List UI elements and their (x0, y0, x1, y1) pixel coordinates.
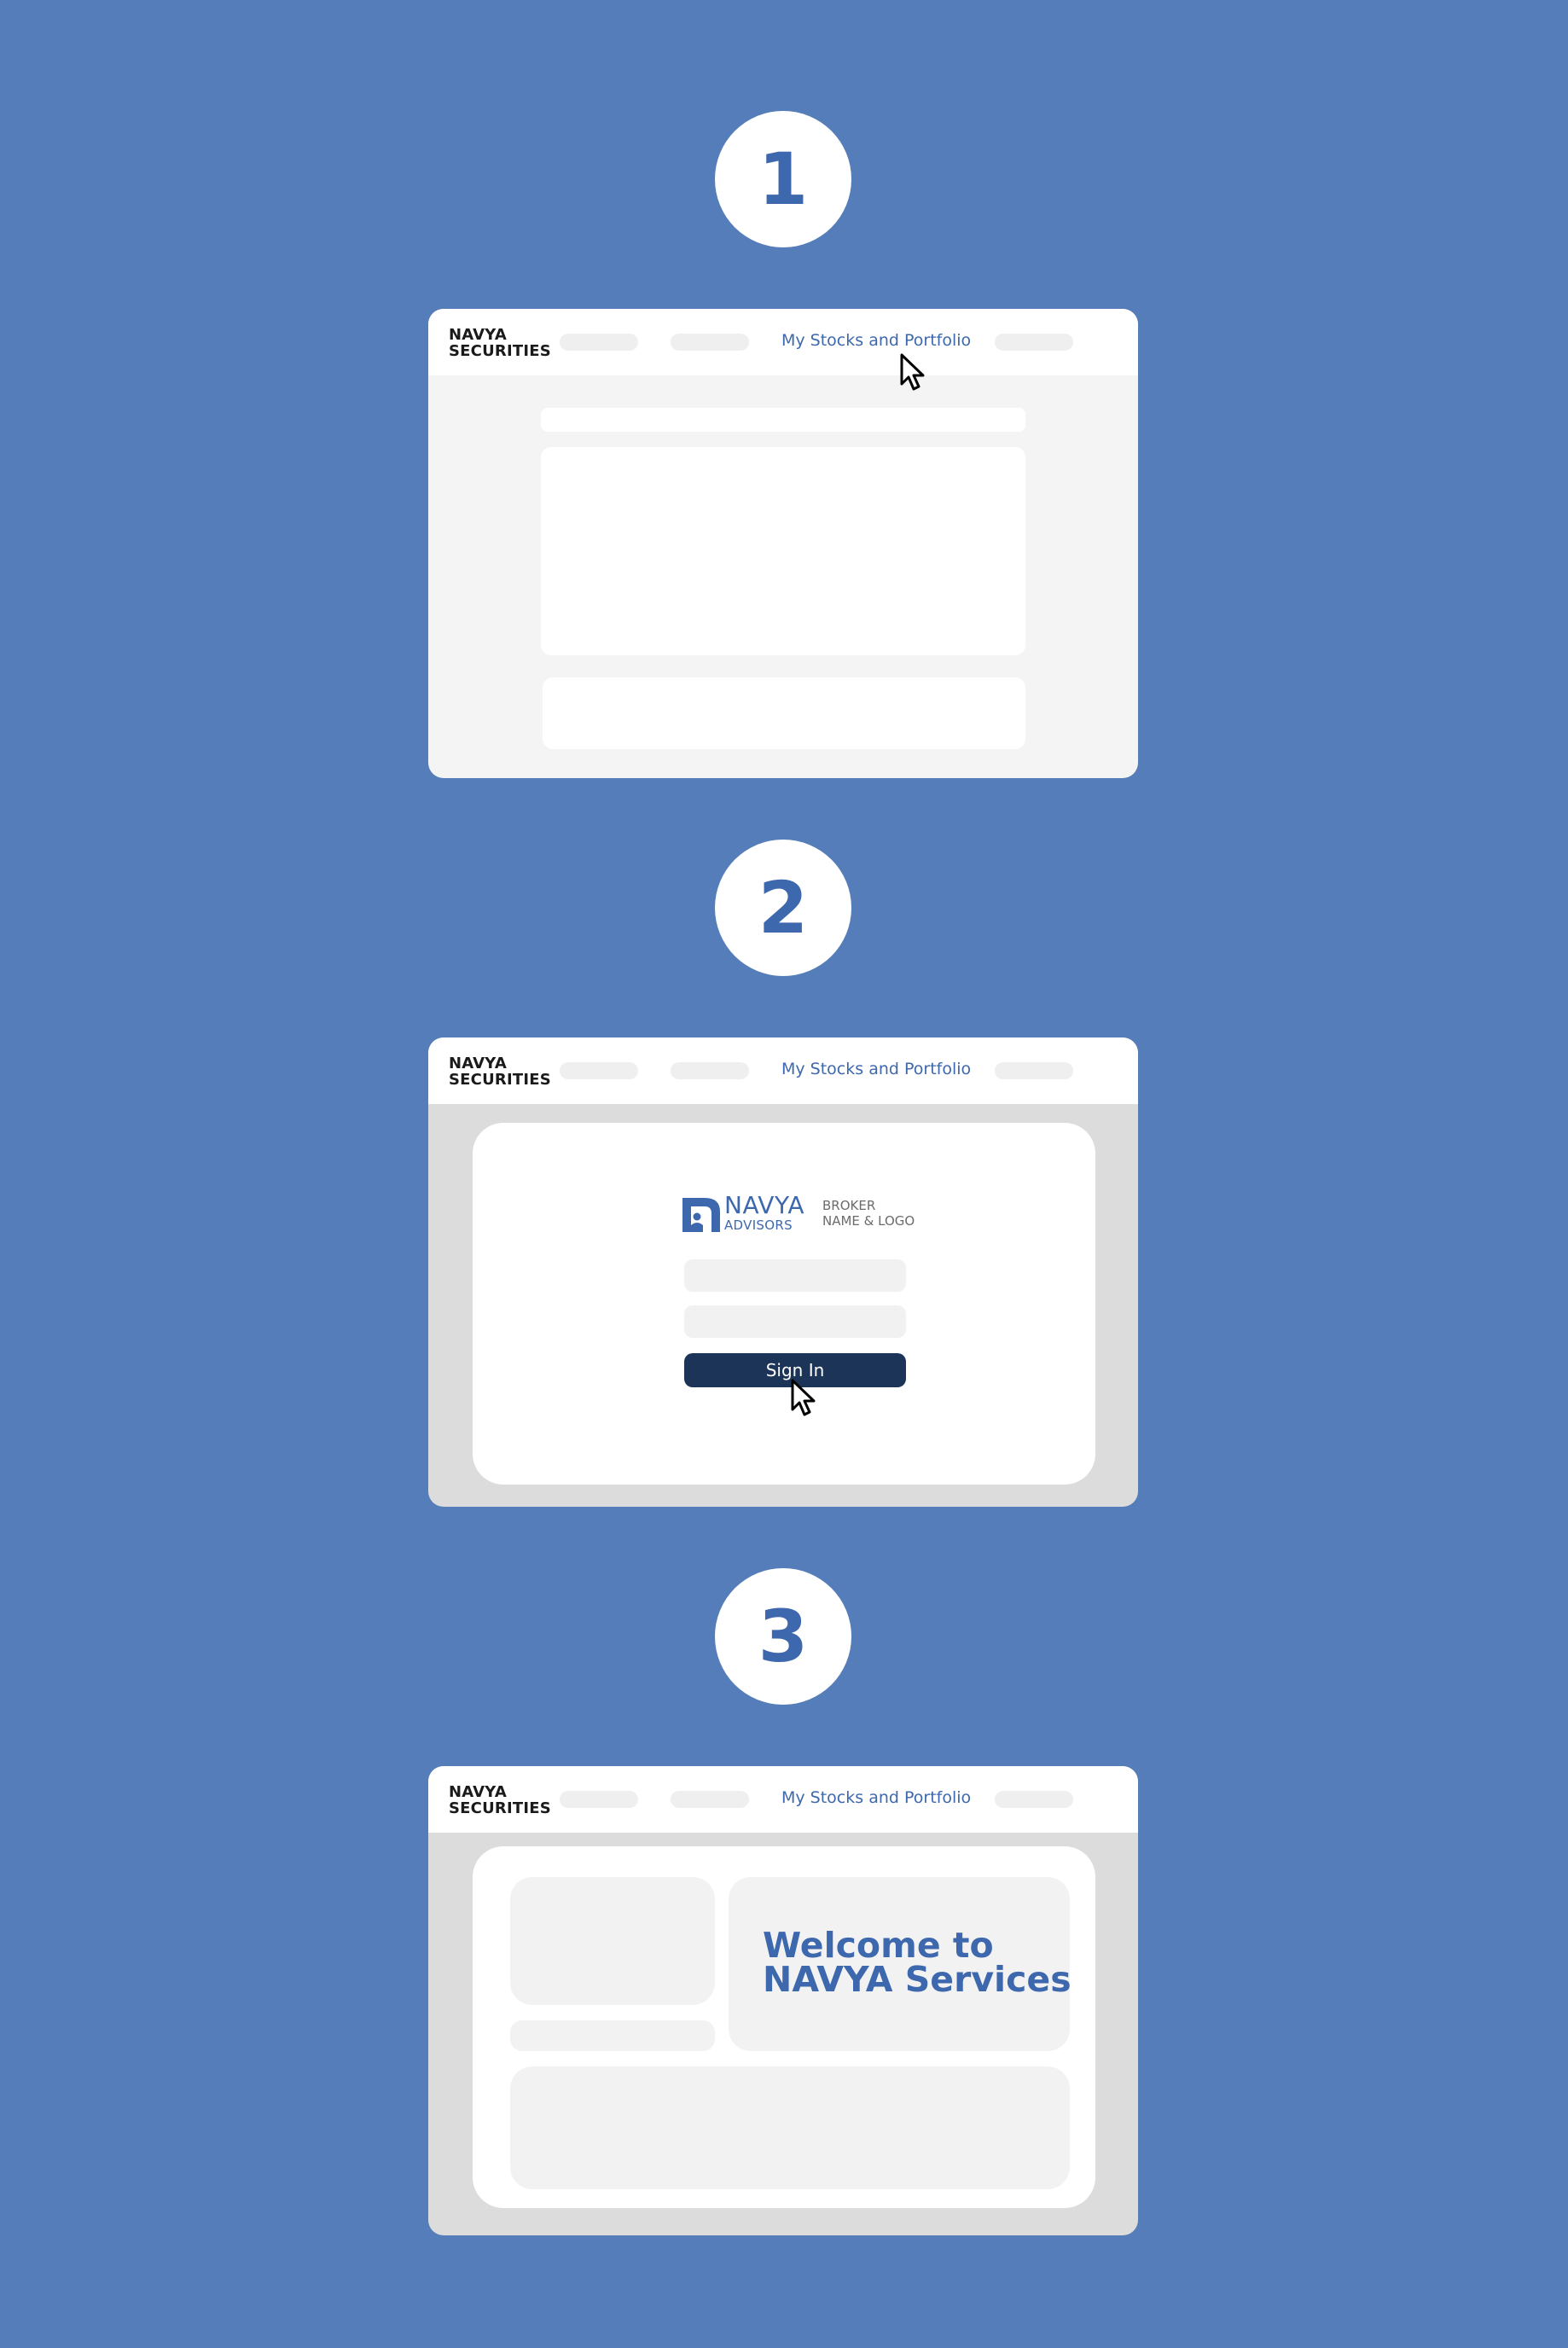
nav-item-placeholder[interactable] (671, 1062, 749, 1079)
nav-link-my-stocks[interactable]: My Stocks and Portfolio (781, 331, 971, 350)
nav-item-placeholder[interactable] (995, 334, 1073, 351)
content-panel-placeholder (541, 447, 1025, 655)
step-1-badge: 1 (715, 111, 851, 247)
step-3-badge: 3 (715, 1568, 851, 1705)
content-bar-placeholder (541, 408, 1025, 432)
welcome-tile: Welcome to NAVYA Services (729, 1877, 1071, 2051)
nav-item-placeholder[interactable] (560, 1062, 638, 1079)
broker-name-placeholder: BROKER NAME & LOGO (822, 1198, 915, 1229)
brand-logo[interactable]: NAVYA SECURITIES (449, 327, 551, 359)
navya-logo-icon (682, 1198, 720, 1232)
password-field[interactable] (684, 1305, 906, 1338)
dashboard-card: Welcome to NAVYA Services (473, 1846, 1095, 2208)
step-number: 2 (758, 866, 809, 950)
cursor-arrow-icon (900, 353, 925, 391)
nav-link-my-stocks[interactable]: My Stocks and Portfolio (781, 1788, 971, 1807)
login-card: NAVYA ADVISORS BROKER NAME & LOGO Sign I… (473, 1123, 1095, 1485)
browser-frame-step-3: NAVYA SECURITIES My Stocks and Portfolio… (428, 1766, 1138, 2235)
browser-frame-step-1: NAVYA SECURITIES My Stocks and Portfolio (428, 309, 1138, 778)
dashboard-tile (510, 1877, 715, 2005)
browser-frame-step-2: NAVYA SECURITIES My Stocks and Portfolio… (428, 1037, 1138, 1507)
cursor-arrow-icon (791, 1379, 816, 1416)
nav-item-placeholder[interactable] (671, 334, 749, 351)
welcome-heading: Welcome to NAVYA Services (763, 1925, 1071, 2000)
content-footer-placeholder (543, 677, 1025, 749)
brand-logo[interactable]: NAVYA SECURITIES (449, 1784, 551, 1816)
nav-item-placeholder[interactable] (560, 1791, 638, 1808)
brand-logo[interactable]: NAVYA SECURITIES (449, 1055, 551, 1088)
logo-wordmark: NAVYA ADVISORS (724, 1191, 805, 1233)
nav-link-my-stocks[interactable]: My Stocks and Portfolio (781, 1060, 971, 1078)
nav-item-placeholder[interactable] (560, 334, 638, 351)
dashboard-label-placeholder (510, 2020, 715, 2051)
username-field[interactable] (684, 1259, 906, 1292)
navbar: NAVYA SECURITIES My Stocks and Portfolio (428, 309, 1138, 391)
step-number: 1 (758, 137, 809, 221)
nav-item-placeholder[interactable] (671, 1791, 749, 1808)
navbar: NAVYA SECURITIES My Stocks and Portfolio (428, 1766, 1138, 1833)
nav-item-placeholder[interactable] (995, 1791, 1073, 1808)
nav-item-placeholder[interactable] (995, 1062, 1073, 1079)
navbar: NAVYA SECURITIES My Stocks and Portfolio (428, 1037, 1138, 1104)
step-2-badge: 2 (715, 840, 851, 976)
step-number: 3 (758, 1595, 809, 1678)
dashboard-wide-panel (510, 2066, 1070, 2189)
